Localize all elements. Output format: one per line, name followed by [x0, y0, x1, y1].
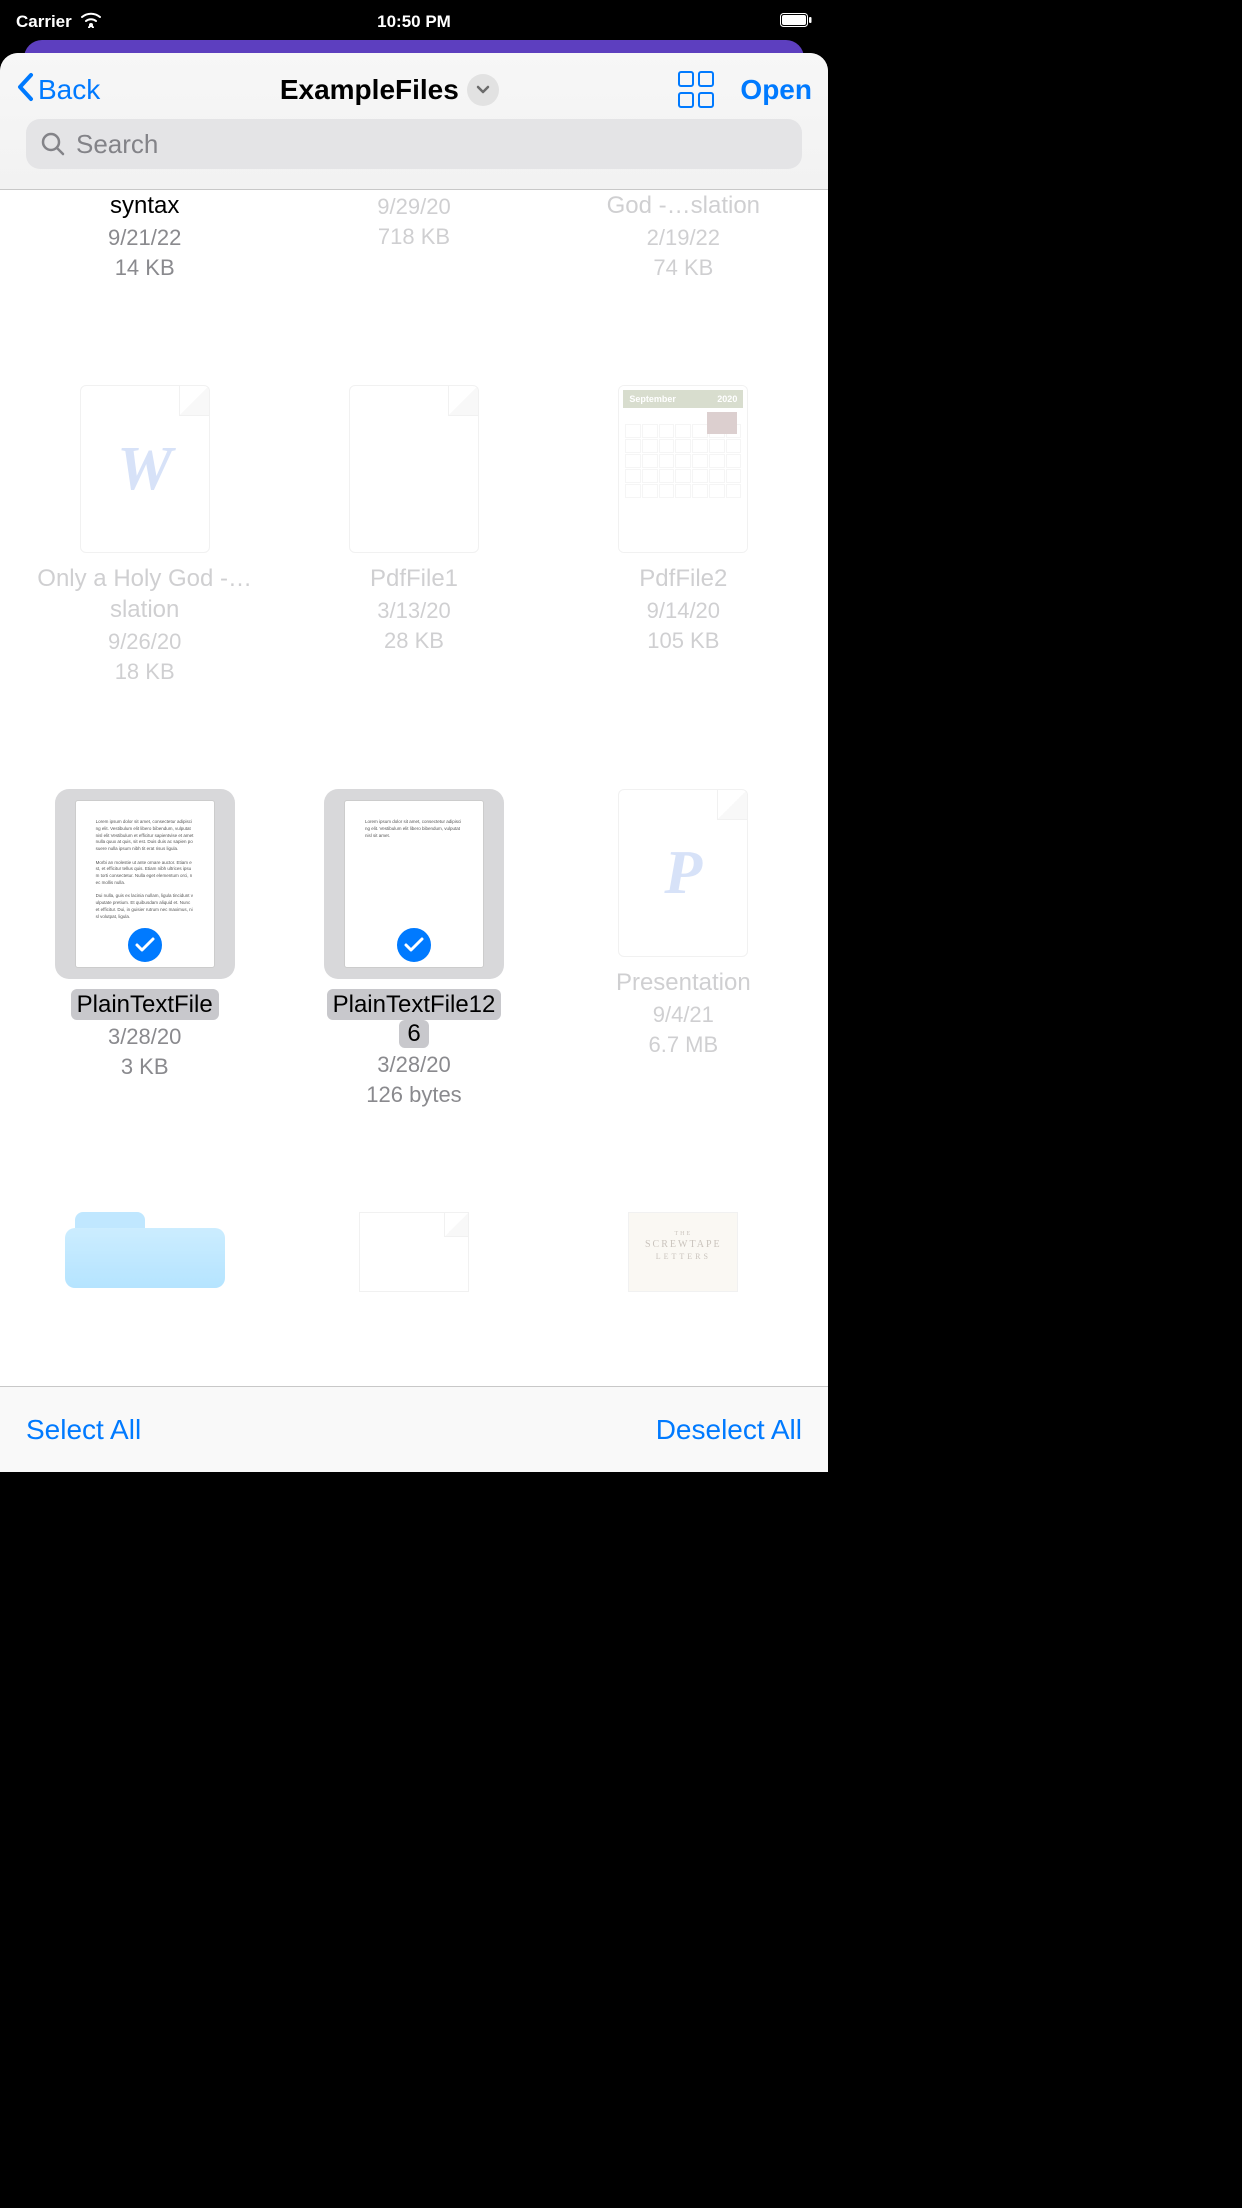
- file-date: 9/14/20: [647, 598, 720, 624]
- file-item-plaintextfile[interactable]: Lorem ipsum dolor sit amet, consectetur …: [10, 789, 279, 1182]
- file-name: Presentation: [616, 967, 751, 998]
- back-button[interactable]: Back: [16, 72, 100, 108]
- file-size: 74 KB: [653, 255, 713, 281]
- file-item-pdffile1[interactable]: PdfFile1 3/13/20 28 KB: [279, 385, 548, 759]
- file-thumbnail: THE SCREWTAPE LETTERS: [628, 1212, 738, 1292]
- calendar-month: September: [629, 394, 676, 404]
- file-thumbnail: P: [618, 789, 748, 957]
- file-picker-sheet: Back ExampleFiles Open Search: [0, 53, 828, 1472]
- search-icon: [40, 131, 66, 157]
- back-label: Back: [38, 74, 100, 106]
- select-all-button[interactable]: Select All: [26, 1414, 141, 1446]
- chevron-down-icon: [476, 85, 490, 95]
- file-item-screwtape[interactable]: THE SCREWTAPE LETTERS: [549, 1212, 818, 1366]
- file-date: 9/21/22: [108, 225, 181, 251]
- file-name: God -…slation: [607, 190, 760, 221]
- file-name: syntax: [110, 190, 179, 221]
- file-item-folder[interactable]: [10, 1212, 279, 1366]
- file-size: 718 KB: [378, 224, 450, 250]
- chevron-left-icon: [16, 72, 34, 108]
- file-size: 6.7 MB: [648, 1032, 718, 1058]
- file-thumbnail: Lorem ipsum dolor sit amet, consectetur …: [55, 789, 235, 979]
- file-size: 3 KB: [121, 1054, 169, 1080]
- nav-bar: Back ExampleFiles Open Search: [0, 53, 828, 189]
- file-thumbnail: [349, 385, 479, 553]
- file-item-plaintextfile126[interactable]: Lorem ipsum dolor sit amet, consectetur …: [279, 789, 548, 1182]
- file-item-presentation[interactable]: P Presentation 9/4/21 6.7 MB: [549, 789, 818, 1182]
- file-size: 105 KB: [647, 628, 719, 654]
- wifi-icon: [80, 12, 102, 33]
- status-bar: Carrier 10:50 PM: [0, 0, 828, 44]
- bottom-toolbar: Select All Deselect All: [0, 1386, 828, 1472]
- word-doc-icon: W: [117, 434, 172, 505]
- file-thumbnail: W: [80, 385, 210, 553]
- file-thumbnail: Lorem ipsum dolor sit amet, consectetur …: [324, 789, 504, 979]
- file-item[interactable]: God -…slation 2/19/22 74 KB: [549, 190, 818, 355]
- book-line1: THE: [635, 1231, 731, 1237]
- file-grid[interactable]: syntax 9/21/22 14 KB 9/29/20 718 KB God …: [0, 190, 828, 1386]
- file-name: PdfFile1: [370, 563, 458, 594]
- file-name-extra: 6: [399, 1020, 428, 1048]
- file-item[interactable]: [279, 1212, 548, 1366]
- open-button[interactable]: Open: [740, 74, 812, 106]
- file-size: 18 KB: [115, 659, 175, 685]
- checkmark-icon: [125, 925, 165, 965]
- file-name: PlainTextFile: [71, 989, 219, 1020]
- file-item-word-doc[interactable]: W Only a Holy God -…slation 9/26/20 18 K…: [10, 385, 279, 759]
- file-name: PdfFile2: [639, 563, 727, 594]
- file-thumbnail: [359, 1212, 469, 1292]
- calendar-year: 2020: [717, 394, 737, 404]
- folder-icon: [65, 1212, 225, 1282]
- status-time: 10:50 PM: [281, 12, 546, 32]
- file-date: 3/28/20: [377, 1052, 450, 1078]
- book-line3: LETTERS: [635, 1252, 731, 1261]
- file-date: 3/28/20: [108, 1024, 181, 1050]
- view-mode-button[interactable]: [678, 71, 716, 109]
- file-date: 2/19/22: [647, 225, 720, 251]
- file-item-syntax[interactable]: syntax 9/21/22 14 KB: [10, 190, 279, 355]
- search-placeholder: Search: [76, 129, 158, 160]
- file-thumbnail: September 2020: [618, 385, 748, 553]
- search-input[interactable]: Search: [26, 119, 802, 169]
- file-item[interactable]: 9/29/20 718 KB: [279, 190, 548, 355]
- file-date: 3/13/20: [377, 598, 450, 624]
- battery-icon: [780, 12, 812, 32]
- file-date: 9/26/20: [108, 629, 181, 655]
- file-name: Only a Holy God -…slation: [35, 563, 255, 625]
- checkmark-icon: [394, 925, 434, 965]
- file-size: 28 KB: [384, 628, 444, 654]
- file-size: 126 bytes: [366, 1082, 461, 1108]
- deselect-all-button[interactable]: Deselect All: [656, 1414, 802, 1446]
- presentation-icon: P: [664, 838, 702, 909]
- file-size: 14 KB: [115, 255, 175, 281]
- file-date: 9/4/21: [653, 1002, 714, 1028]
- file-date: 9/29/20: [377, 194, 450, 220]
- file-item-pdffile2[interactable]: September 2020 PdfFile2 9/14/20 105 KB: [549, 385, 818, 759]
- page-title: ExampleFiles: [280, 74, 459, 106]
- book-line2: SCREWTAPE: [635, 1239, 731, 1250]
- carrier-label: Carrier: [16, 12, 72, 32]
- title-dropdown-button[interactable]: [467, 74, 499, 106]
- file-name: PlainTextFile12: [327, 989, 502, 1020]
